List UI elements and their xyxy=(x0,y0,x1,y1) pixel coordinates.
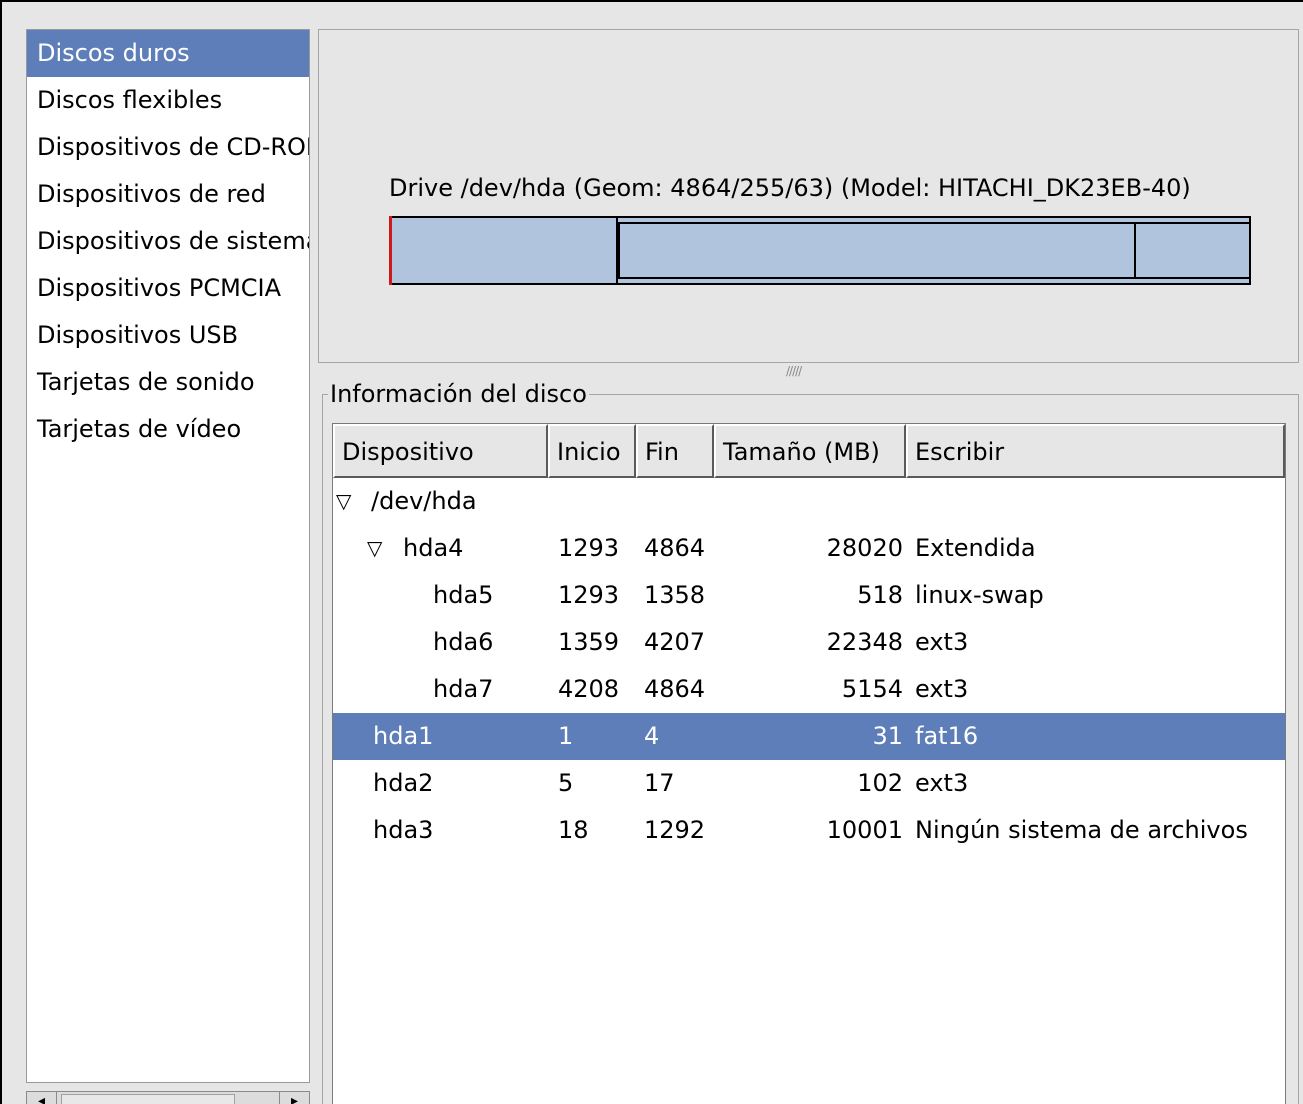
arrow-left-icon[interactable]: ◂ xyxy=(27,1092,57,1104)
column-header-escribir[interactable]: Escribir xyxy=(906,424,1285,478)
cell-type: Extendida xyxy=(915,534,1036,562)
cell-type: ext3 xyxy=(915,769,969,797)
disk-partition-map[interactable] xyxy=(389,216,1251,285)
cell-start: 4208 xyxy=(558,675,620,703)
cell-size: 10001 xyxy=(826,816,903,844)
triangle-down-icon[interactable]: ▽ xyxy=(336,478,351,525)
scrollbar-thumb[interactable] xyxy=(61,1094,235,1104)
cell-type: fat16 xyxy=(915,722,979,750)
sidebar-item-usb[interactable]: Dispositivos USB xyxy=(27,312,309,359)
table-row[interactable]: ▽ hda4 1293 4864 28020 Extendida xyxy=(333,525,1285,572)
sidebar-item-discos-flexibles[interactable]: Discos flexibles xyxy=(27,77,309,124)
sidebar-item-cd-rom[interactable]: Dispositivos de CD-ROM xyxy=(27,124,309,171)
cell-start: 1359 xyxy=(558,628,620,656)
sidebar-item-sonido[interactable]: Tarjetas de sonido xyxy=(27,359,309,406)
cell-type: Ningún sistema de archivos xyxy=(915,816,1248,844)
cell-end: 4207 xyxy=(644,628,706,656)
sidebar-item-red[interactable]: Dispositivos de red xyxy=(27,171,309,218)
triangle-down-icon[interactable]: ▽ xyxy=(367,525,382,572)
partition-divider xyxy=(1134,222,1136,279)
sidebar-item-discos-duros[interactable]: Discos duros xyxy=(27,30,309,77)
cell-size: 22348 xyxy=(826,628,903,656)
column-header-inicio[interactable]: Inicio xyxy=(548,424,636,478)
cell-type: ext3 xyxy=(915,628,969,656)
cell-device: hda7 xyxy=(433,675,494,703)
cell-device: hda2 xyxy=(373,769,434,797)
cell-end: 1292 xyxy=(644,816,706,844)
table-row[interactable]: hda2 5 17 102 ext3 xyxy=(333,760,1285,807)
device-category-list[interactable]: Discos duros Discos flexibles Dispositiv… xyxy=(26,29,310,1083)
cell-end: 4 xyxy=(644,722,660,750)
cell-start: 5 xyxy=(558,769,574,797)
cell-device: hda5 xyxy=(433,581,494,609)
cell-start: 18 xyxy=(558,816,589,844)
window-top-border xyxy=(0,0,1303,2)
cell-size: 102 xyxy=(857,769,903,797)
cell-device: /dev/hda xyxy=(371,487,477,515)
table-row[interactable]: hda6 1359 4207 22348 ext3 xyxy=(333,619,1285,666)
drive-title: Drive /dev/hda (Geom: 4864/255/63) (Mode… xyxy=(389,174,1191,202)
sidebar-item-pcmcia[interactable]: Dispositivos PCMCIA xyxy=(27,265,309,312)
partition-table[interactable]: Dispositivo Inicio Fin Tamaño (MB) Escri… xyxy=(332,423,1286,1104)
cell-start: 1293 xyxy=(558,581,620,609)
table-header: Dispositivo Inicio Fin Tamaño (MB) Escri… xyxy=(333,424,1285,478)
cell-type: ext3 xyxy=(915,675,969,703)
column-header-fin[interactable]: Fin xyxy=(636,424,714,478)
column-header-dispositivo[interactable]: Dispositivo xyxy=(333,424,548,478)
cell-device: hda4 xyxy=(403,534,464,562)
cell-end: 1358 xyxy=(644,581,706,609)
cell-size: 31 xyxy=(872,722,903,750)
disk-info-legend: Información del disco xyxy=(328,380,589,408)
cell-end: 4864 xyxy=(644,534,706,562)
sidebar-item-sistema[interactable]: Dispositivos de sistema xyxy=(27,218,309,265)
partition-segment-hda1[interactable] xyxy=(389,216,392,285)
table-row[interactable]: hda3 18 1292 10001 Ningún sistema de arc… xyxy=(333,807,1285,854)
column-header-tamano[interactable]: Tamaño (MB) xyxy=(714,424,906,478)
cell-start: 1293 xyxy=(558,534,620,562)
cell-size: 5154 xyxy=(841,675,903,703)
drive-graphic-panel: Drive /dev/hda (Geom: 4864/255/63) (Mode… xyxy=(318,29,1299,363)
cell-type: linux-swap xyxy=(915,581,1044,609)
cell-device: hda3 xyxy=(373,816,434,844)
cell-end: 17 xyxy=(644,769,675,797)
table-body: ▽ /dev/hda ▽ hda4 1293 4864 28020 Extend… xyxy=(333,478,1285,854)
cell-end: 4864 xyxy=(644,675,706,703)
cell-size: 28020 xyxy=(826,534,903,562)
sidebar-item-video[interactable]: Tarjetas de vídeo xyxy=(27,406,309,453)
cell-device: hda1 xyxy=(373,722,434,750)
sidebar-horizontal-scrollbar[interactable]: ◂ ▸ xyxy=(26,1091,310,1104)
extended-partition-segment[interactable] xyxy=(618,222,1251,279)
table-row-selected[interactable]: hda1 1 4 31 fat16 xyxy=(333,713,1285,760)
pane-resize-grip[interactable]: ///// xyxy=(786,364,802,378)
cell-device: hda6 xyxy=(433,628,494,656)
arrow-right-icon[interactable]: ▸ xyxy=(279,1092,309,1104)
table-row[interactable]: hda5 1293 1358 518 linux-swap xyxy=(333,572,1285,619)
cell-start: 1 xyxy=(558,722,574,750)
cell-size: 518 xyxy=(857,581,903,609)
table-row[interactable]: hda7 4208 4864 5154 ext3 xyxy=(333,666,1285,713)
window-left-border xyxy=(0,0,2,1104)
table-row[interactable]: ▽ /dev/hda xyxy=(333,478,1285,525)
